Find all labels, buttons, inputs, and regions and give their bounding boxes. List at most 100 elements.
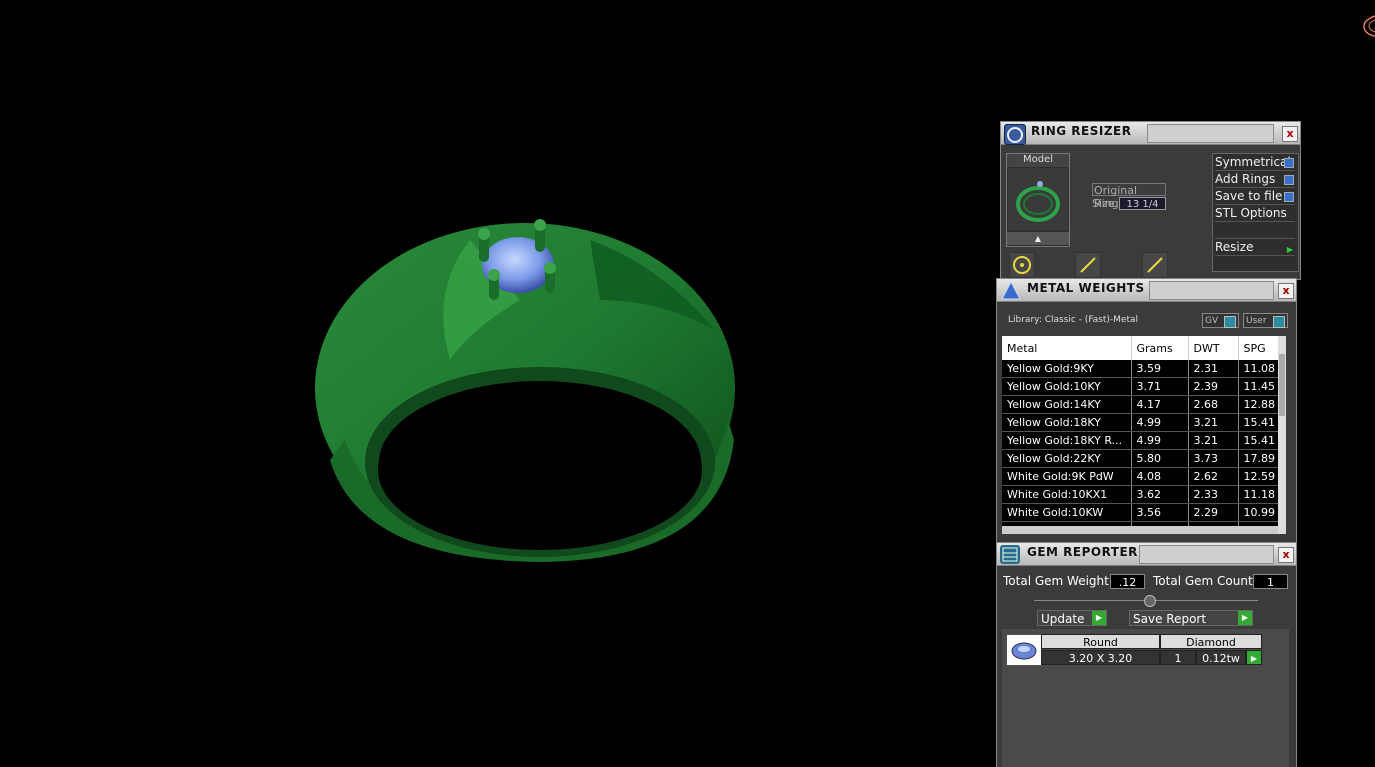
- save-to-file-option[interactable]: Save to file: [1215, 189, 1295, 205]
- total-gem-weight-label: Total Gem Weight: [1003, 574, 1109, 588]
- stl-options-button[interactable]: STL Options: [1215, 206, 1295, 222]
- metal-cell: Yellow Gold:18KY: [1002, 413, 1132, 432]
- gem-row-play-button[interactable]: ▶: [1246, 650, 1262, 665]
- gem-count-cell: 1: [1160, 650, 1196, 665]
- column-header-metal[interactable]: Metal: [1002, 336, 1132, 360]
- dwt-cell: 2.29: [1188, 503, 1239, 522]
- table-row[interactable]: Yellow Gold:18KY R... 4.99 3.21 15.41: [1002, 431, 1286, 450]
- ring-resizer-close-button[interactable]: x: [1282, 126, 1298, 142]
- gv-label: GV: [1205, 316, 1219, 326]
- user-toggle[interactable]: User: [1243, 313, 1288, 328]
- symmetrical-label: Symmetrical: [1215, 155, 1291, 169]
- metal-cell: White Gold:9K PdW: [1002, 467, 1132, 486]
- column-header-dwt[interactable]: DWT: [1188, 336, 1239, 360]
- table-row[interactable]: Yellow Gold:10KY 3.71 2.39 11.45: [1002, 377, 1286, 396]
- original-ring-label: Original Ring: [1092, 183, 1166, 210]
- corner-gizmo-icon[interactable]: [1360, 10, 1375, 40]
- line-tool-button-2[interactable]: [1142, 252, 1168, 278]
- library-label: Library: Classic - (Fast)-Metal: [1008, 315, 1139, 325]
- vertical-scrollbar[interactable]: [1278, 336, 1286, 534]
- add-rings-option[interactable]: Add Rings: [1215, 172, 1295, 188]
- gem-shape-cell: Round: [1041, 634, 1160, 649]
- save-to-file-checkbox[interactable]: [1284, 192, 1294, 202]
- dwt-cell: 2.31: [1188, 360, 1239, 378]
- gem-type-cell: Diamond: [1160, 634, 1262, 649]
- grams-cell: 3.59: [1131, 360, 1189, 378]
- table-row[interactable]: White Gold:10KX1 3.62 2.33 11.18: [1002, 485, 1286, 504]
- horizontal-scrollbar[interactable]: [1002, 526, 1278, 534]
- metal-cell: Yellow Gold:22KY: [1002, 449, 1132, 468]
- table-row[interactable]: White Gold:9K PdW 4.08 2.62 12.59: [1002, 467, 1286, 486]
- table-row[interactable]: Yellow Gold:18KY 4.99 3.21 15.41: [1002, 413, 1286, 432]
- play-icon: ▶: [1286, 245, 1293, 254]
- update-label: Update: [1041, 612, 1085, 626]
- circle-tool-button[interactable]: [1009, 252, 1035, 278]
- gem-weight-cell: 0.12tw: [1196, 650, 1246, 665]
- model-thumbnail[interactable]: [1008, 168, 1068, 230]
- save-report-label: Save Report: [1133, 612, 1207, 626]
- table-row[interactable]: Yellow Gold:14KY 4.17 2.68 12.88: [1002, 395, 1286, 414]
- metal-cell: Yellow Gold:9KY: [1002, 360, 1132, 378]
- grams-cell: 3.56: [1131, 503, 1189, 522]
- grams-cell: 4.08: [1131, 467, 1189, 486]
- options-list: Symmetrical Add Rings Save to file STL O…: [1212, 153, 1299, 272]
- table-row[interactable]: White Gold:10KW 3.56 2.29 10.99: [1002, 503, 1286, 522]
- metal-weights-icon: [1000, 280, 1021, 300]
- gem-shape-thumbnail[interactable]: [1006, 634, 1042, 666]
- titlebar-groove: [1149, 281, 1274, 300]
- resize-label: Resize: [1215, 240, 1254, 254]
- save-to-file-label: Save to file: [1215, 189, 1283, 203]
- metal-cell: Yellow Gold:18KY R...: [1002, 431, 1132, 450]
- gem-reporter-panel: GEM REPORTER x Total Gem Weight .12 Tota…: [996, 542, 1297, 767]
- original-ring-group: Original Ring Size 13 1/4: [1092, 183, 1166, 211]
- gem-reporter-titlebar[interactable]: GEM REPORTER x: [997, 543, 1296, 566]
- ring-model[interactable]: [315, 219, 735, 562]
- viewport-3d[interactable]: [0, 0, 990, 766]
- dwt-cell: 3.21: [1188, 431, 1239, 450]
- dwt-cell: 2.62: [1188, 467, 1239, 486]
- metal-cell: Yellow Gold:14KY: [1002, 395, 1132, 414]
- ring-resizer-icon: [1004, 124, 1026, 145]
- model-selector[interactable]: Model ▲: [1006, 153, 1070, 247]
- metal-weights-titlebar[interactable]: METAL WEIGHTS x: [997, 279, 1296, 302]
- gem-size-cell: 3.20 X 3.20: [1041, 650, 1160, 665]
- table-row[interactable]: Yellow Gold:22KY 5.80 3.73 17.89: [1002, 449, 1286, 468]
- symmetrical-option[interactable]: Symmetrical: [1215, 155, 1295, 171]
- column-header-grams[interactable]: Grams: [1131, 336, 1189, 360]
- table-row[interactable]: Yellow Gold:9KY 3.59 2.31 11.08: [1002, 360, 1286, 378]
- gem-list: Round Diamond 3.20 X 3.20 1 0.12tw ▶: [1002, 629, 1289, 767]
- size-label: Size: [1092, 197, 1115, 210]
- add-rings-checkbox[interactable]: [1284, 175, 1294, 185]
- save-report-button[interactable]: Save Report ▶: [1129, 610, 1253, 626]
- grams-cell: 5.80: [1131, 449, 1189, 468]
- total-gem-count-label: Total Gem Count: [1153, 574, 1253, 588]
- grams-cell: 3.62: [1131, 485, 1189, 504]
- user-label: User: [1246, 316, 1267, 326]
- model-scroll-up-button[interactable]: ▲: [1007, 232, 1069, 245]
- gem-reporter-close-button[interactable]: x: [1278, 547, 1294, 563]
- update-button[interactable]: Update ▶: [1037, 610, 1107, 626]
- grams-cell: 4.99: [1131, 431, 1189, 450]
- resize-button[interactable]: Resize ▶: [1215, 240, 1295, 256]
- play-icon: ▶: [1092, 611, 1106, 625]
- add-rings-label: Add Rings: [1215, 172, 1276, 186]
- ring-size-field[interactable]: 13 1/4: [1119, 197, 1166, 210]
- empty-option-row: [1215, 223, 1295, 239]
- titlebar-groove: [1139, 545, 1274, 564]
- metal-weights-table[interactable]: Metal Grams DWT SPG Yellow Gold:9KY 3.59 2…: [1002, 336, 1286, 534]
- slider-handle[interactable]: [1144, 595, 1156, 607]
- total-gem-count-field[interactable]: 1: [1253, 574, 1288, 589]
- ring-resizer-titlebar[interactable]: RING RESIZER x: [1001, 122, 1300, 145]
- gv-toggle[interactable]: GV: [1202, 313, 1239, 328]
- gem-reporter-icon: [1000, 545, 1020, 564]
- total-gem-weight-field[interactable]: .12: [1110, 574, 1145, 589]
- metal-cell: White Gold:10KW: [1002, 503, 1132, 522]
- metal-weights-title: METAL WEIGHTS: [1027, 281, 1145, 295]
- line-tool-button[interactable]: [1075, 252, 1101, 278]
- metal-weights-close-button[interactable]: x: [1278, 283, 1294, 299]
- dwt-cell: 3.73: [1188, 449, 1239, 468]
- dwt-cell: 2.68: [1188, 395, 1239, 414]
- dwt-cell: 3.21: [1188, 413, 1239, 432]
- gem-slider[interactable]: [1034, 595, 1258, 607]
- symmetrical-checkbox[interactable]: [1284, 158, 1294, 168]
